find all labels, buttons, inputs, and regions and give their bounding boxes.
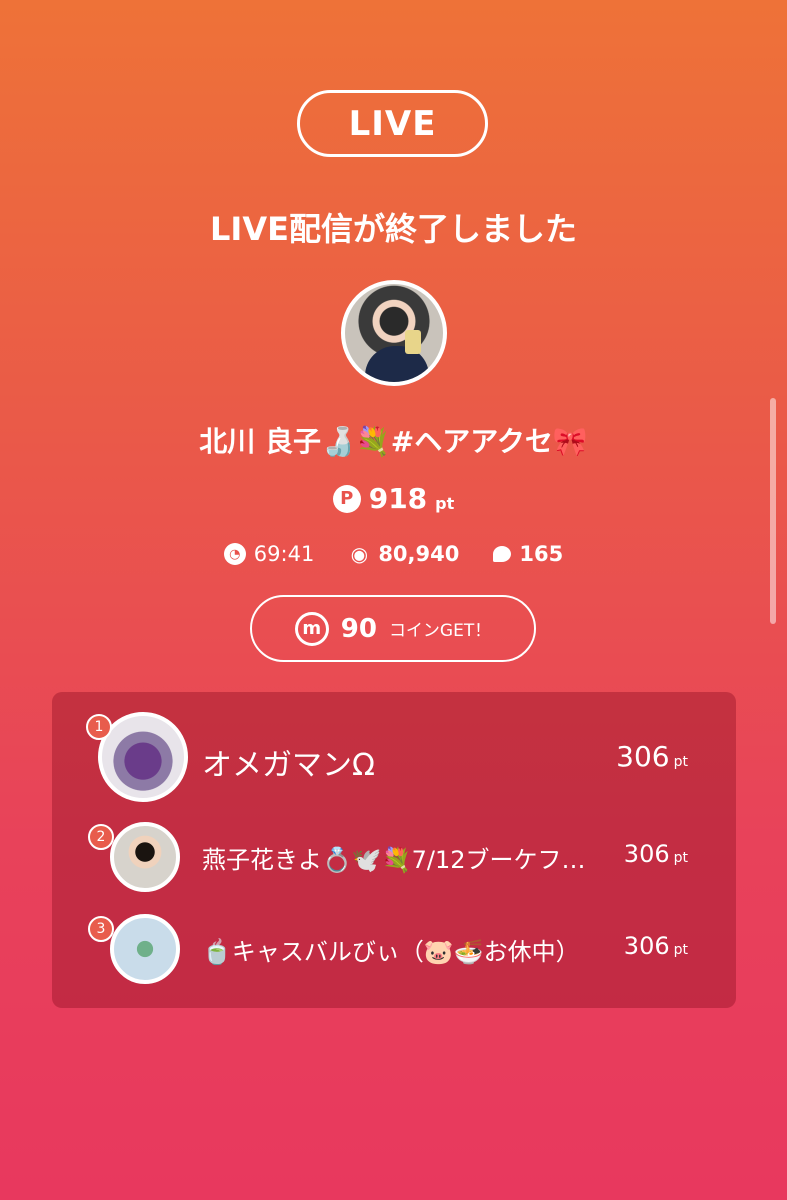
ranking-points: 306 pt: [624, 932, 688, 960]
views-value: 80,940: [378, 542, 460, 566]
ranking-points-value: 306: [623, 840, 670, 868]
ranking-points-value: 306: [616, 740, 670, 773]
ranking-points: 306 pt: [616, 740, 688, 773]
views-stat: ◉ 80,940: [348, 542, 460, 566]
scrollbar[interactable]: [770, 398, 776, 624]
host-points: P 918 pt: [0, 482, 787, 515]
host-name: 北川 良子🍶💐#ヘアアクセ🎀: [199, 425, 588, 458]
ranking-row[interactable]: 2 燕子花きよ💍🕊️💐7/12ブーケフ… 306 pt: [52, 822, 736, 906]
live-badge: LIVE: [297, 90, 488, 157]
ranking-panel: 1 オメガマンΩ 306 pt 2 燕子花きよ💍🕊️💐7/12ブーケフ… 306 p…: [52, 692, 736, 1008]
rank-badge: 3: [88, 916, 114, 942]
rank-badge: 2: [88, 824, 114, 850]
host-avatar-drink: [405, 330, 421, 354]
duration-stat: ◔ 69:41: [223, 542, 315, 566]
clock-icon: ◔: [223, 543, 246, 565]
host-avatar[interactable]: [341, 280, 447, 386]
ranking-name: 🍵キャスバルびぃ（🐷🍜お休中）: [202, 938, 580, 966]
ranking-points: 306 pt: [624, 840, 688, 868]
coin-icon: m: [294, 611, 329, 646]
ranking-name: オメガマンΩ: [202, 748, 375, 783]
ranking-name: 燕子花きよ💍🕊️💐7/12ブーケフ…: [202, 846, 586, 874]
points-unit: pt: [435, 494, 455, 513]
rank-badge: 1: [86, 714, 112, 740]
ranking-points-unit: pt: [673, 754, 688, 770]
coin-get-button[interactable]: m 90 コインGET！: [250, 595, 536, 662]
comment-icon: [493, 546, 512, 562]
comments-stat: 165: [493, 542, 563, 566]
comments-value: 165: [519, 542, 564, 566]
ranking-avatar: [110, 914, 180, 984]
ranking-avatar: [110, 822, 180, 892]
stream-stats: ◔ 69:41 ◉ 80,940 165: [0, 542, 787, 566]
ranking-points-value: 306: [623, 932, 670, 960]
eye-icon: ◉: [350, 542, 369, 566]
points-value: 918: [368, 482, 428, 515]
duration-value: 69:41: [253, 542, 315, 566]
stream-ended-title: LIVE配信が終了しました: [210, 210, 577, 248]
ranking-row[interactable]: 3 🍵キャスバルびぃ（🐷🍜お休中） 306 pt: [52, 914, 736, 998]
ranking-points-unit: pt: [673, 850, 688, 866]
coin-label: コインGET！: [388, 621, 492, 641]
points-icon: P: [332, 484, 361, 513]
coin-amount: 90: [340, 613, 377, 644]
ranking-row[interactable]: 1 オメガマンΩ 306 pt: [52, 712, 736, 802]
ranking-points-unit: pt: [673, 942, 688, 958]
